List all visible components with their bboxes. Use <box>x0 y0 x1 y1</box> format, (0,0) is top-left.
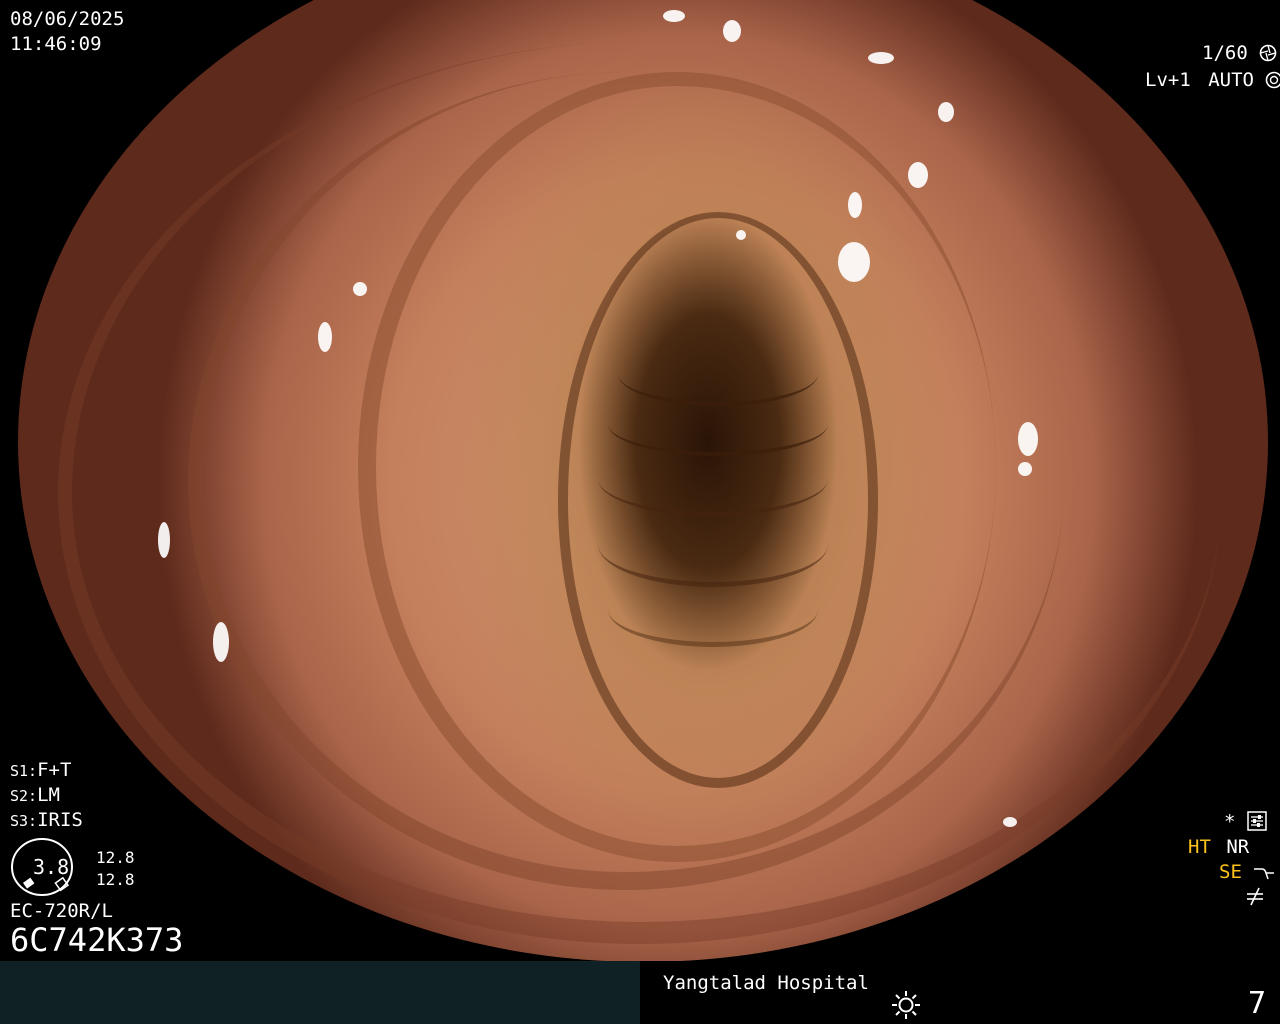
exposure-icon <box>1266 71 1280 89</box>
lumen-ring <box>608 572 818 647</box>
time-label: 11:46:09 <box>10 33 102 55</box>
setting-s2: S2:LM <box>10 783 60 808</box>
gauge-lower: 12.8 <box>96 870 135 889</box>
gauge-value: 3.8 <box>33 855 70 879</box>
not-equal-icon <box>1247 887 1263 906</box>
se-label: SE <box>1219 861 1242 883</box>
ht-label: HT <box>1188 836 1211 858</box>
asterisk-label: * <box>1224 811 1236 833</box>
mode-value: AUTO <box>1208 69 1254 91</box>
light-reflection <box>1018 422 1038 456</box>
light-reflection <box>723 20 741 42</box>
sun-icon <box>892 991 920 1019</box>
light-reflection <box>663 10 685 22</box>
nr-label: NR <box>1226 836 1250 858</box>
image-number: 7 <box>1248 986 1267 1021</box>
setting-s3: S3:IRIS <box>10 808 83 833</box>
gauge-upper: 12.8 <box>96 848 135 867</box>
hospital-name: Yangtalad Hospital <box>663 972 869 994</box>
light-reflection <box>353 282 367 296</box>
ht-nr-status: HT NR <box>1188 835 1249 859</box>
setting-value: F+T <box>37 759 72 781</box>
setting-value: LM <box>37 784 60 806</box>
light-reflection <box>838 242 870 282</box>
settings-sliders-icon <box>1247 811 1267 831</box>
light-reflection <box>938 102 954 122</box>
light-reflection <box>158 522 170 558</box>
endoscopic-view <box>18 0 1268 962</box>
se-status: SE <box>1219 860 1275 884</box>
enhance-curve-icon <box>1254 868 1275 880</box>
footer-left-panel <box>0 961 640 1024</box>
setting-value: IRIS <box>37 809 83 831</box>
light-reflection <box>1018 462 1032 476</box>
shutter-speed: 1/60 <box>1202 41 1277 65</box>
light-reflection <box>213 622 229 662</box>
light-reflection <box>736 230 746 240</box>
date-label: 08/06/2025 <box>10 8 125 30</box>
setting-key: S2: <box>10 787 38 805</box>
light-reflection <box>868 52 894 64</box>
setting-key: S3: <box>10 812 38 830</box>
shutter-value: 1/60 <box>1202 42 1248 64</box>
level-value: Lv+1 <box>1145 69 1191 91</box>
light-reflection <box>318 322 332 352</box>
settings-status: * <box>1224 810 1267 834</box>
light-reflection <box>848 192 862 218</box>
light-reflection <box>1003 817 1017 827</box>
light-reflection <box>908 162 928 188</box>
scope-model: EC-720R/L <box>10 900 113 922</box>
setting-s1: S1:F+T <box>10 758 71 783</box>
scope-serial: 6C742K373 <box>10 921 184 959</box>
exposure-status: Lv+1 AUTO <box>1145 68 1280 92</box>
aperture-icon <box>1259 44 1277 62</box>
setting-key: S1: <box>10 762 38 780</box>
